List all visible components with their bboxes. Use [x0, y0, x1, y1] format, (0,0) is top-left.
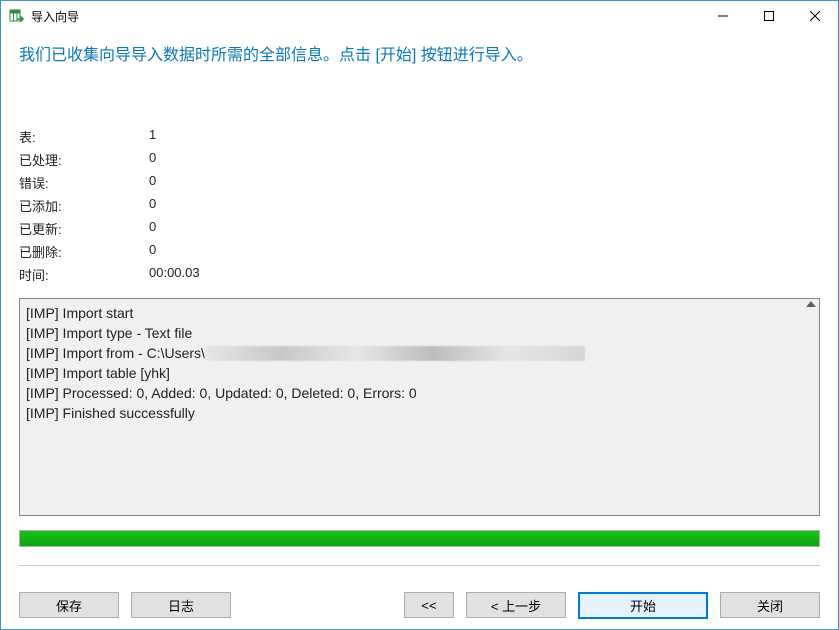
stat-updated-value: 0: [149, 219, 820, 238]
save-button[interactable]: 保存: [19, 592, 119, 618]
stat-time-value: 00:00.03: [149, 265, 820, 284]
log-line: [IMP] Import from - C:\Users\: [26, 343, 813, 363]
first-page-button[interactable]: <<: [404, 592, 454, 618]
maximize-button[interactable]: [746, 1, 792, 31]
log-line-prefix: [IMP] Import from - C:\Users\: [26, 345, 205, 361]
redacted-path: [205, 346, 585, 361]
window-title: 导入向导: [31, 8, 700, 25]
progress-fill: [20, 531, 819, 546]
stat-processed-value: 0: [149, 150, 820, 169]
log-line: [IMP] Import start: [26, 303, 813, 323]
stat-added-label: 已添加:: [19, 196, 149, 215]
stat-errors-label: 错误:: [19, 173, 149, 192]
log-line: [IMP] Processed: 0, Added: 0, Updated: 0…: [26, 383, 813, 403]
close-window-button[interactable]: [792, 1, 838, 31]
stat-updated-label: 已更新:: [19, 219, 149, 238]
start-button[interactable]: 开始: [578, 592, 708, 619]
headline-text: 我们已收集向导导入数据时所需的全部信息。点击 [开始] 按钮进行导入。: [19, 45, 820, 67]
close-button[interactable]: 关闭: [720, 592, 820, 618]
stats-grid: 表: 1 已处理: 0 错误: 0 已添加: 0 已更新: 0 已删除: 0 时…: [19, 127, 820, 284]
title-bar: 导入向导: [1, 1, 838, 31]
footer-divider: [19, 565, 820, 566]
stat-table-label: 表:: [19, 127, 149, 146]
stat-table-value: 1: [149, 127, 820, 146]
stat-deleted-value: 0: [149, 242, 820, 261]
footer-toolbar: 保存 日志 << < 上一步 开始 关闭: [1, 581, 838, 629]
log-output[interactable]: [IMP] Import start [IMP] Import type - T…: [19, 298, 820, 516]
minimize-button[interactable]: [700, 1, 746, 31]
progress-bar: [19, 530, 820, 547]
log-line: [IMP] Finished successfully: [26, 403, 813, 423]
import-wizard-window: 导入向导 我们已收集向导导入数据时所需的全部信息。点击 [开始] 按钮进行导入。…: [0, 0, 839, 630]
stat-deleted-label: 已删除:: [19, 242, 149, 261]
back-button[interactable]: < 上一步: [466, 592, 566, 618]
log-line: [IMP] Import type - Text file: [26, 323, 813, 343]
stat-time-label: 时间:: [19, 265, 149, 284]
scrollbar[interactable]: [802, 299, 819, 515]
app-icon: [9, 8, 25, 24]
log-button[interactable]: 日志: [131, 592, 231, 618]
stat-errors-value: 0: [149, 173, 820, 192]
log-line: [IMP] Import table [yhk]: [26, 363, 813, 383]
stat-added-value: 0: [149, 196, 820, 215]
scroll-up-icon: [806, 301, 816, 307]
stat-processed-label: 已处理:: [19, 150, 149, 169]
